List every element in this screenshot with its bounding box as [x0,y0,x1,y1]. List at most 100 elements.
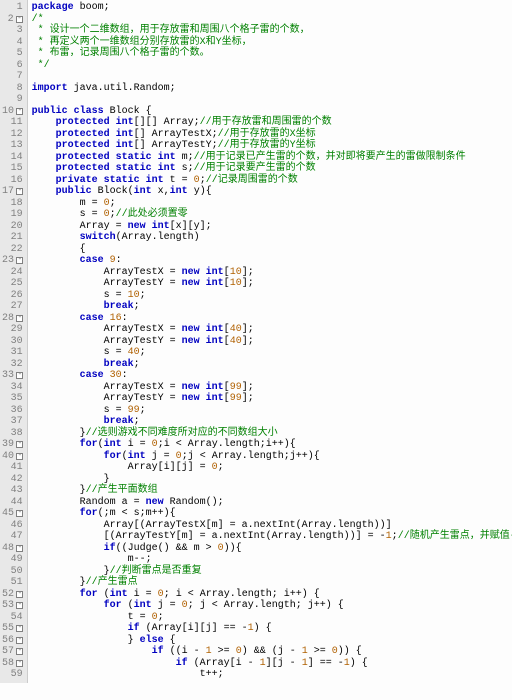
code-line[interactable]: }//判断雷点是否重复 [32,566,512,578]
fold-toggle-icon[interactable] [16,510,23,517]
code-line[interactable]: ArrayTestY = new int[40]; [32,336,512,348]
code-line[interactable]: ArrayTestX = new int[40]; [32,324,512,336]
type: int [206,267,224,278]
code-line[interactable]: case 30: [32,370,512,382]
text: ; [140,290,146,301]
code-line[interactable]: for (int j = 0; j < Array.length; j++) { [32,600,512,612]
code-line[interactable]: [(ArrayTestY[m] = a.nextInt(Array.length… [32,531,512,543]
gutter-line: 49 [2,554,23,566]
text: ArrayTestY = [104,336,182,347]
code-line[interactable]: protected static int m;//用于记录已产生雷的个数，并对即… [32,152,512,164]
code-line[interactable]: { [32,244,512,256]
code-line[interactable] [32,94,512,106]
code-line[interactable]: }//产生平面数组 [32,485,512,497]
code-line[interactable]: Array[i][j] = 0; [32,462,512,474]
code-line[interactable]: Array[(ArrayTestX[m] = a.nextInt(Array.l… [32,520,512,532]
code-line[interactable]: import java.util.Random; [32,83,512,95]
code-line[interactable]: Array = new int[x][y]; [32,221,512,233]
code-line[interactable]: if (Array[i][j] == -1) { [32,623,512,635]
text: } [128,635,140,646]
code-line[interactable]: * 布雷，记录周围八个格子雷的个数。 [32,48,512,60]
number: 40 [230,336,242,347]
comment: * 布雷，记录周围八个格子雷的个数。 [32,48,210,59]
code-line[interactable]: if ((i - 1 >= 0) && (j - 1 >= 0)) { [32,646,512,658]
line-number: 18 [11,198,23,210]
code-line[interactable]: Random a = new Random(); [32,497,512,509]
code-line[interactable]: if((Judge() && m > 0)){ [32,543,512,555]
code-line[interactable]: break; [32,416,512,428]
gutter-line: 18 [2,198,23,210]
code-line[interactable]: s = 99; [32,405,512,417]
line-number: 21 [11,232,23,244]
fold-toggle-icon[interactable] [16,188,23,195]
code-line[interactable]: s = 10; [32,290,512,302]
code-line[interactable]: for(int j = 0;j < Array.length;j++){ [32,451,512,463]
code-line[interactable] [32,71,512,83]
fold-toggle-icon[interactable] [16,660,23,667]
text: ; [158,612,164,623]
code-line[interactable]: package boom; [32,2,512,14]
code-line[interactable]: */ [32,60,512,72]
comment: * 设计一个二维数组，用于存放雷和周围八个格子雷的个数， [32,25,310,36]
code-line[interactable]: ArrayTestY = new int[10]; [32,278,512,290]
fold-toggle-icon[interactable] [16,108,23,115]
number: 99 [230,382,242,393]
code-line[interactable]: * 再定义两个一维数组分别存放雷的X和Y坐标， [32,37,512,49]
fold-toggle-icon[interactable] [16,315,23,322]
gutter-line: 10 [2,106,23,118]
code-line[interactable]: }//产生雷点 [32,577,512,589]
fold-toggle-icon[interactable] [16,591,23,598]
gutter-line: 44 [2,497,23,509]
gutter-line: 22 [2,244,23,256]
fold-toggle-icon[interactable] [16,453,23,460]
code-line[interactable]: public class Block { [32,106,512,118]
gutter-line: 32 [2,359,23,371]
code-line[interactable]: break; [32,359,512,371]
code-line[interactable]: * 设计一个二维数组，用于存放雷和周围八个格子雷的个数， [32,25,512,37]
fold-toggle-icon[interactable] [16,648,23,655]
code-line[interactable]: ArrayTestX = new int[99]; [32,382,512,394]
comment: //此处必须置零 [116,209,188,220]
line-number: 2 [8,14,14,26]
code-line[interactable]: for (int i = 0; i < Array.length; i++) { [32,589,512,601]
code-line[interactable]: s = 0;//此处必须置零 [32,209,512,221]
code-line[interactable]: t = 0; [32,612,512,624]
code-area[interactable]: package boom;/* * 设计一个二维数组，用于存放雷和周围八个格子雷… [28,0,512,683]
fold-toggle-icon[interactable] [16,16,23,23]
code-line[interactable]: s = 40; [32,347,512,359]
code-line[interactable]: if (Array[i - 1][j - 1] == -1) { [32,658,512,670]
code-line[interactable]: ArrayTestX = new int[10]; [32,267,512,279]
code-line[interactable]: } [32,474,512,486]
text: [][] Array; [134,117,200,128]
code-line[interactable]: for(int i = 0;i < Array.length;i++){ [32,439,512,451]
code-line[interactable]: case 16: [32,313,512,325]
code-line[interactable]: }//选则游戏不同难度所对应的不同数组大小 [32,428,512,440]
code-line[interactable]: protected int[][] Array;//用于存放雷和周围雷的个数 [32,117,512,129]
code-line[interactable]: ArrayTestY = new int[99]; [32,393,512,405]
code-line[interactable]: case 9: [32,255,512,267]
code-line[interactable]: private static int t = 0;//记录周围雷的个数 [32,175,512,187]
fold-toggle-icon[interactable] [16,372,23,379]
code-line[interactable]: protected int[] ArrayTestX;//用于存放雷的X坐标 [32,129,512,141]
code-line[interactable]: for(;m < s;m++){ [32,508,512,520]
code-line[interactable]: m = 0; [32,198,512,210]
comment: //产生平面数组 [86,485,158,496]
fold-toggle-icon[interactable] [16,257,23,264]
code-line[interactable]: t++; [32,669,512,681]
code-line[interactable]: /* [32,14,512,26]
code-line[interactable]: protected static int s;//用于记录要产生雷的个数 [32,163,512,175]
fold-toggle-icon[interactable] [16,441,23,448]
code-line[interactable]: switch(Array.length) [32,232,512,244]
keyword: for [104,451,122,462]
code-line[interactable]: m--; [32,554,512,566]
fold-toggle-icon[interactable] [16,637,23,644]
keyword: new [182,324,200,335]
code-line[interactable]: break; [32,301,512,313]
type: int [206,324,224,335]
fold-toggle-icon[interactable] [16,602,23,609]
fold-toggle-icon[interactable] [16,545,23,552]
fold-toggle-icon[interactable] [16,625,23,632]
code-line[interactable]: public Block(int x,int y){ [32,186,512,198]
code-line[interactable]: protected int[] ArrayTestY;//用于存放雷的Y坐标 [32,140,512,152]
code-line[interactable]: } else { [32,635,512,647]
